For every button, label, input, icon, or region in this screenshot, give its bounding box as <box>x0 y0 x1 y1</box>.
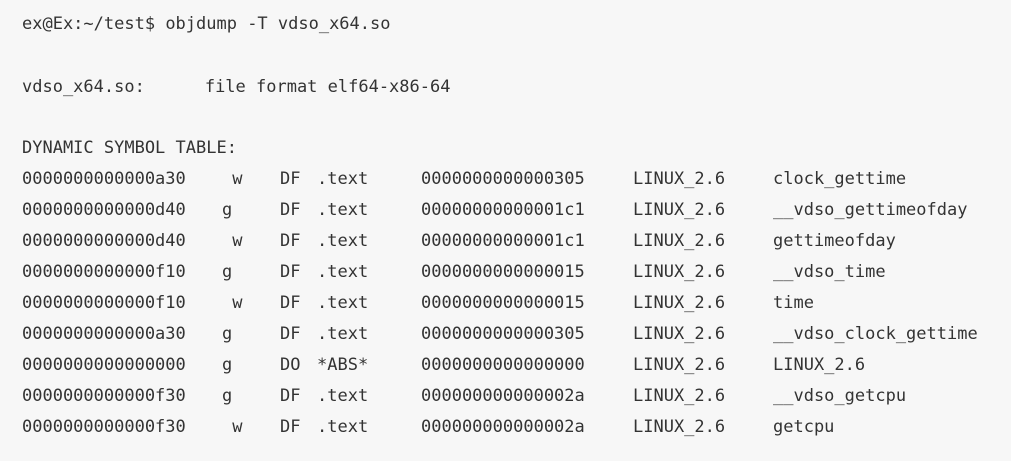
symbol-size: 000000000000002a <box>421 417 585 437</box>
terminal-output: ex@Ex:~/test$ objdump -T vdso_x64.so vds… <box>0 0 1011 461</box>
symbol-type-flag: DF <box>280 386 301 406</box>
symbol-size: 0000000000000015 <box>421 293 585 313</box>
symbol-address: 0000000000000000 <box>22 355 186 375</box>
symbol-address: 0000000000000f30 <box>22 417 186 437</box>
symbol-version: LINUX_2.6 <box>633 386 726 406</box>
symbol-size: 0000000000000000 <box>421 355 585 375</box>
table-row: 0000000000000f30 g DF .text 000000000000002a… <box>0 384 1011 415</box>
symbol-table: 0000000000000a30 w DF .text 000000000000030… <box>0 167 1011 446</box>
symbol-binding-flag: g <box>222 386 233 406</box>
symbol-version: LINUX_2.6 <box>633 324 726 344</box>
symbol-type-flag: DF <box>280 324 301 344</box>
symbol-name: __vdso_gettimeofday <box>773 200 968 220</box>
file-format-line: vdso_x64.so: file format elf64-x86-64 <box>22 75 450 99</box>
symbol-name: __vdso_clock_gettime <box>773 324 978 344</box>
symbol-size: 00000000000001c1 <box>421 231 585 251</box>
symbol-address: 0000000000000f10 <box>22 293 186 313</box>
symbol-type-flag: DF <box>280 169 301 189</box>
file-name: vdso_x64.so: <box>22 77 145 97</box>
symbol-address: 0000000000000f10 <box>22 262 186 282</box>
symbol-binding-flag: g <box>222 262 233 282</box>
symbol-binding-flag: w <box>222 169 243 189</box>
symbol-section: .text <box>317 169 369 189</box>
symbol-binding-flag: w <box>222 293 243 313</box>
table-row: 0000000000000f10 g DF .text 0000000000000015… <box>0 260 1011 291</box>
symbol-section: .text <box>317 231 369 251</box>
file-format: file format elf64-x86-64 <box>204 77 451 97</box>
symbol-version: LINUX_2.6 <box>633 293 726 313</box>
symbol-version: LINUX_2.6 <box>633 262 726 282</box>
symbol-address: 0000000000000a30 <box>22 324 186 344</box>
symbol-name: __vdso_time <box>773 262 886 282</box>
symbol-section: .text <box>317 324 369 344</box>
symbol-type-flag: DF <box>280 231 301 251</box>
symbol-binding-flag: g <box>222 200 233 220</box>
symbol-table-title: DYNAMIC SYMBOL TABLE: <box>22 138 237 158</box>
symbol-name: time <box>773 293 814 313</box>
shell-prompt: ex@Ex:~/test$ <box>22 14 156 34</box>
command-text: objdump -T vdso_x64.so <box>165 14 391 34</box>
symbol-binding-flag: w <box>222 231 243 251</box>
symbol-name: clock_gettime <box>773 169 907 189</box>
table-row: 0000000000000a30 g DF .text 0000000000000305… <box>0 322 1011 353</box>
symbol-section: .text <box>317 200 369 220</box>
command-line: ex@Ex:~/test$ objdump -T vdso_x64.so <box>22 12 390 36</box>
symbol-size: 000000000000002a <box>421 386 585 406</box>
symbol-type-flag: DF <box>280 262 301 282</box>
symbol-address: 0000000000000a30 <box>22 169 186 189</box>
symbol-address: 0000000000000f30 <box>22 386 186 406</box>
table-row: 0000000000000d40 g DF .text 00000000000001c1… <box>0 198 1011 229</box>
symbol-size: 00000000000001c1 <box>421 200 585 220</box>
symbol-section: .text <box>317 262 369 282</box>
symbol-version: LINUX_2.6 <box>633 200 726 220</box>
symbol-section: *ABS* <box>317 355 369 375</box>
symbol-binding-flag: g <box>222 324 233 344</box>
symbol-size: 0000000000000015 <box>421 262 585 282</box>
symbol-size: 0000000000000305 <box>421 169 585 189</box>
symbol-binding-flag: w <box>222 417 243 437</box>
symbol-size: 0000000000000305 <box>421 324 585 344</box>
table-row: 0000000000000a30 w DF .text 000000000000030… <box>0 167 1011 198</box>
symbol-section: .text <box>317 386 369 406</box>
symbol-version: LINUX_2.6 <box>633 417 726 437</box>
symbol-name: LINUX_2.6 <box>773 355 866 375</box>
symbol-address: 0000000000000d40 <box>22 200 186 220</box>
symbol-address: 0000000000000d40 <box>22 231 186 251</box>
symbol-type-flag: DF <box>280 293 301 313</box>
symbol-name: __vdso_getcpu <box>773 386 907 406</box>
symbol-version: LINUX_2.6 <box>633 231 726 251</box>
table-row: 0000000000000d40 w DF .text 00000000000001c… <box>0 229 1011 260</box>
symbol-version: LINUX_2.6 <box>633 355 726 375</box>
symbol-section: .text <box>317 417 369 437</box>
symbol-type-flag: DF <box>280 417 301 437</box>
symbol-name: getcpu <box>773 417 835 437</box>
table-row: 0000000000000000 g DO *ABS* 0000000000000000… <box>0 353 1011 384</box>
table-row: 0000000000000f30 w DF .text 000000000000002… <box>0 415 1011 446</box>
symbol-version: LINUX_2.6 <box>633 169 726 189</box>
table-row: 0000000000000f10 w DF .text 000000000000001… <box>0 291 1011 322</box>
symbol-section: .text <box>317 293 369 313</box>
symbol-binding-flag: g <box>222 355 233 375</box>
symbol-name: gettimeofday <box>773 231 896 251</box>
symbol-type-flag: DO <box>280 355 301 375</box>
symbol-type-flag: DF <box>280 200 301 220</box>
